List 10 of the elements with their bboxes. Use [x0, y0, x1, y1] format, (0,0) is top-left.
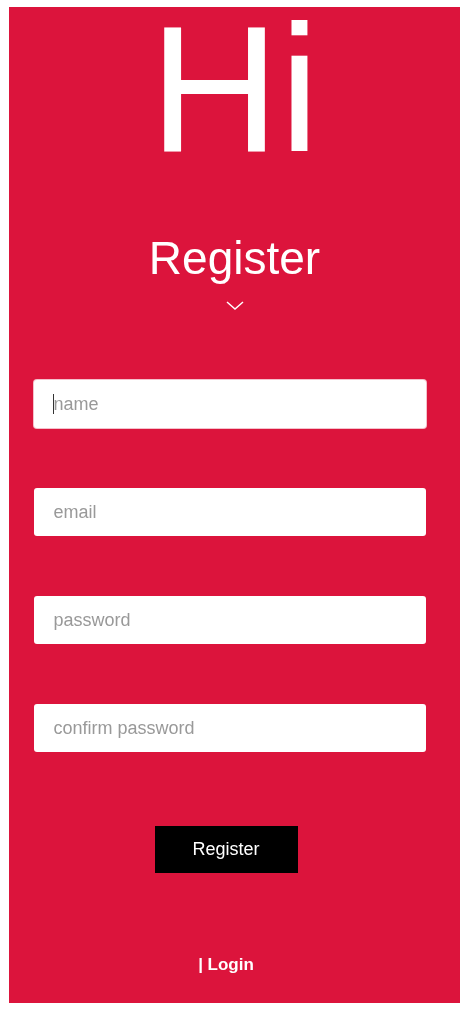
register-button[interactable]: Register	[154, 826, 298, 873]
chevron-down-icon	[225, 301, 244, 310]
input-field[interactable]: email	[33, 488, 426, 536]
register-title: Register	[148, 231, 321, 285]
login-link[interactable]: | Login	[198, 955, 254, 975]
input-field[interactable]: confirm password	[33, 704, 426, 752]
text-cursor	[52, 394, 54, 414]
input-field[interactable]: name	[33, 380, 426, 428]
input-field[interactable]: password	[33, 596, 426, 644]
greeting: Hi	[149, 9, 320, 169]
